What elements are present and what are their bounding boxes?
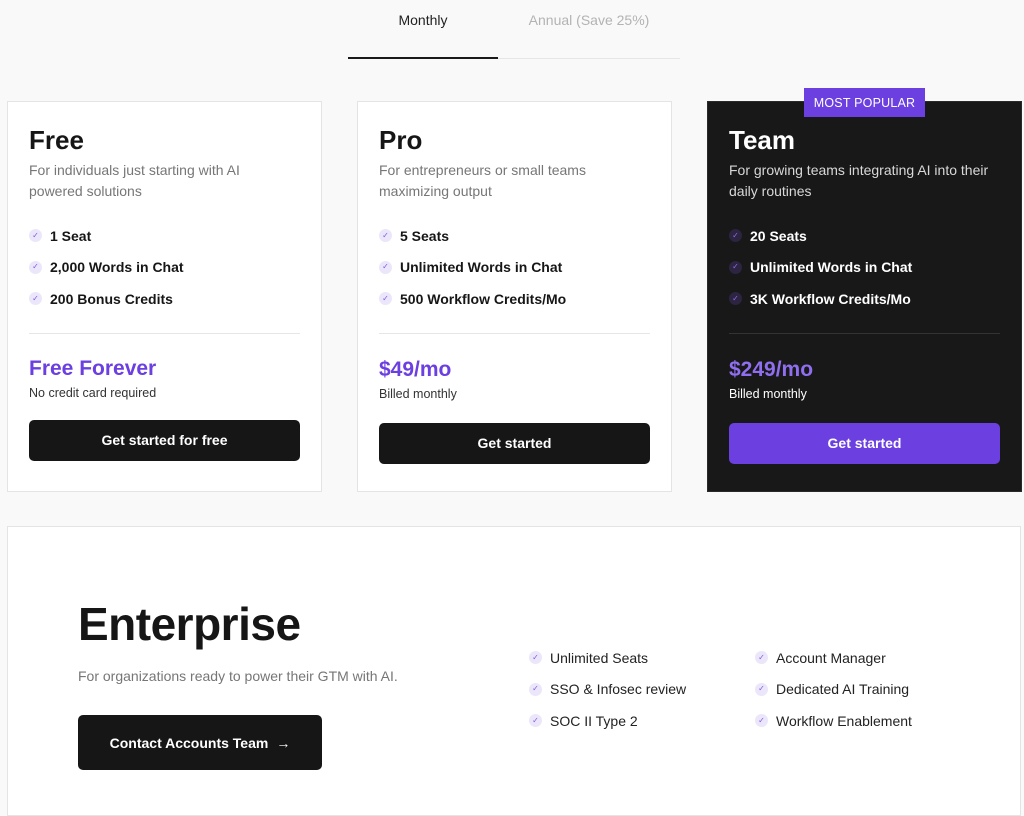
divider xyxy=(29,332,300,334)
check-icon: ✓ xyxy=(379,229,392,243)
plan-description: For growing teams integrating AI into th… xyxy=(729,162,989,199)
feature-label: Unlimited Words in Chat xyxy=(400,259,563,276)
divider xyxy=(729,332,1000,334)
feature-label: SSO & Infosec review xyxy=(550,681,687,698)
feature-label: 500 Workflow Credits/Mo xyxy=(400,290,567,307)
plan-name: Pro xyxy=(379,125,423,155)
enterprise-description: For organizations ready to power their G… xyxy=(78,668,398,684)
feature-label: 200 Bonus Credits xyxy=(50,290,173,307)
plan-price: $249/mo xyxy=(729,357,814,381)
check-icon: ✓ xyxy=(29,260,42,274)
plan-name: Team xyxy=(729,125,795,155)
check-icon: ✓ xyxy=(379,292,392,306)
feature-label: 3K Workflow Credits/Mo xyxy=(750,290,911,307)
check-icon: ✓ xyxy=(755,651,768,665)
plan-card-free: Free For individuals just starting with … xyxy=(7,101,322,492)
feature-item: ✓ 1 Seat xyxy=(29,220,300,252)
get-started-free-button[interactable]: Get started for free xyxy=(29,419,300,461)
plan-price: $49/mo xyxy=(379,357,452,381)
plan-description: For individuals just starting with AI po… xyxy=(29,162,240,199)
plan-card-pro: Pro For entrepreneurs or small teams max… xyxy=(357,101,672,492)
price-note: No credit card required xyxy=(29,385,157,400)
tab-monthly[interactable]: Monthly xyxy=(348,0,498,59)
arrow-right-icon: → xyxy=(276,734,291,751)
feature-item: ✓ 3K Workflow Credits/Mo xyxy=(729,283,1000,315)
feature-item: ✓ SOC II Type 2 xyxy=(529,705,755,737)
check-icon: ✓ xyxy=(29,292,42,306)
check-icon: ✓ xyxy=(729,292,742,306)
button-label: Contact Accounts Team xyxy=(109,734,269,751)
check-icon: ✓ xyxy=(755,714,768,728)
feature-label: SOC II Type 2 xyxy=(550,712,638,729)
feature-item: ✓ Workflow Enablement xyxy=(755,705,981,737)
check-icon: ✓ xyxy=(379,260,392,274)
feature-label: Unlimited Seats xyxy=(550,649,649,666)
price-note: Billed monthly xyxy=(379,386,457,401)
enterprise-title: Enterprise xyxy=(78,598,301,650)
check-icon: ✓ xyxy=(729,229,742,243)
feature-item: ✓ Unlimited Words in Chat xyxy=(729,252,1000,284)
feature-item: ✓ Dedicated AI Training xyxy=(755,674,981,706)
get-started-team-button[interactable]: Get started xyxy=(729,422,1000,464)
feature-label: Dedicated AI Training xyxy=(776,681,910,698)
feature-label: 2,000 Words in Chat xyxy=(50,259,184,276)
check-icon: ✓ xyxy=(729,260,742,274)
most-popular-badge: MOST POPULAR xyxy=(804,88,925,117)
plan-features: ✓ 5 Seats ✓ Unlimited Words in Chat ✓ 500 W… xyxy=(379,220,650,315)
check-icon: ✓ xyxy=(755,682,768,696)
plan-features: ✓ 20 Seats ✓ Unlimited Words in Chat ✓ 3K W… xyxy=(729,220,1000,315)
feature-label: Workflow Enablement xyxy=(776,712,912,729)
feature-label: 1 Seat xyxy=(50,227,92,244)
check-icon: ✓ xyxy=(529,714,542,728)
feature-item: ✓ SSO & Infosec review xyxy=(529,674,755,706)
divider xyxy=(379,332,650,334)
check-icon: ✓ xyxy=(529,651,542,665)
feature-label: 5 Seats xyxy=(400,227,450,244)
feature-item: ✓ Unlimited Seats xyxy=(529,642,755,674)
plan-description: For entrepreneurs or small teams maximiz… xyxy=(379,162,586,199)
contact-accounts-team-button[interactable]: Contact Accounts Team → xyxy=(78,715,322,770)
feature-item: ✓ 5 Seats xyxy=(379,220,650,252)
feature-item: ✓ 500 Workflow Credits/Mo xyxy=(379,283,650,315)
check-icon: ✓ xyxy=(29,229,42,243)
enterprise-features: ✓ Unlimited Seats ✓ Account Manager ✓ SSO &… xyxy=(529,642,981,737)
feature-item: ✓ Account Manager xyxy=(755,642,981,674)
plan-name: Free xyxy=(29,125,84,155)
feature-label: 20 Seats xyxy=(750,227,807,244)
plan-card-team: MOST POPULAR Team For growing teams inte… xyxy=(707,88,1022,492)
feature-item: ✓ Unlimited Words in Chat xyxy=(379,252,650,284)
get-started-pro-button[interactable]: Get started xyxy=(379,422,650,464)
feature-label: Unlimited Words in Chat xyxy=(750,259,913,276)
billing-period-tabs: Monthly Annual (Save 25%) xyxy=(348,0,680,59)
feature-item: ✓ 200 Bonus Credits xyxy=(29,283,300,315)
plan-features: ✓ 1 Seat ✓ 2,000 Words in Chat ✓ 200 Bonus … xyxy=(29,220,300,315)
plan-price: Free Forever xyxy=(29,356,157,380)
price-note: Billed monthly xyxy=(729,386,807,401)
feature-item: ✓ 2,000 Words in Chat xyxy=(29,252,300,284)
feature-label: Account Manager xyxy=(776,649,886,666)
enterprise-card: Enterprise For organizations ready to po… xyxy=(7,526,1021,816)
tab-annual[interactable]: Annual (Save 25%) xyxy=(498,0,680,59)
feature-item: ✓ 20 Seats xyxy=(729,220,1000,252)
check-icon: ✓ xyxy=(529,682,542,696)
